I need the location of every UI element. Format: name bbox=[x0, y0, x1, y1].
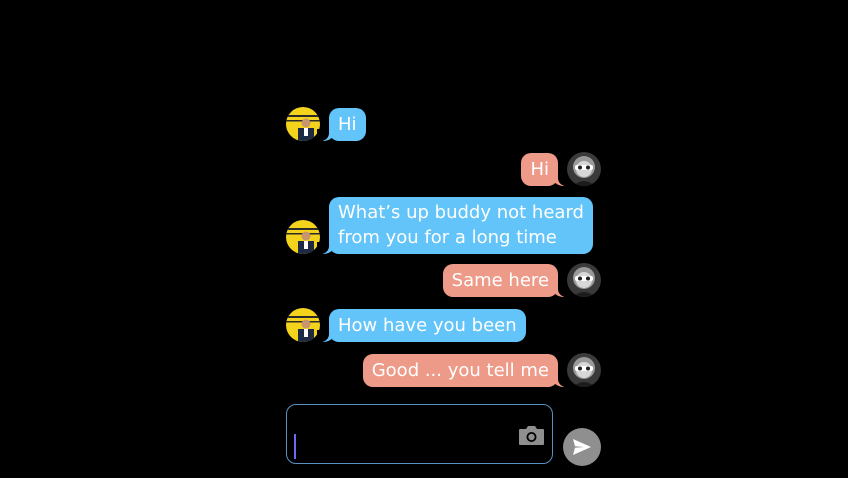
message-input[interactable] bbox=[295, 413, 509, 457]
friend-avatar[interactable] bbox=[286, 308, 320, 342]
friend-avatar[interactable] bbox=[286, 220, 320, 254]
message-composer bbox=[286, 404, 553, 464]
message-bubble-incoming: What’s up buddy not heard from you for a… bbox=[317, 197, 593, 254]
message-row-outgoing: Same here bbox=[442, 263, 601, 297]
message-row-incoming: What’s up buddy not heard from you for a… bbox=[286, 197, 593, 254]
message-text-line: from you for a long time bbox=[338, 227, 557, 248]
send-button[interactable] bbox=[563, 428, 601, 466]
message-text-line: What’s up buddy not heard bbox=[338, 202, 584, 223]
message-text: Same here bbox=[451, 270, 549, 291]
message-text: Hi bbox=[338, 114, 357, 135]
text-caret bbox=[294, 434, 296, 459]
message-text: How have you been bbox=[338, 315, 517, 336]
message-text: Hi bbox=[530, 159, 549, 180]
message-row-outgoing: Hi bbox=[521, 152, 601, 186]
message-row-outgoing: Good ... you tell me bbox=[362, 353, 601, 387]
message-bubble-incoming: How have you been bbox=[317, 309, 526, 342]
message-bubble-outgoing: Good ... you tell me bbox=[362, 354, 571, 387]
user-avatar[interactable] bbox=[567, 353, 601, 387]
friend-avatar[interactable] bbox=[286, 107, 320, 141]
message-row-incoming: Hi bbox=[286, 107, 366, 141]
send-icon bbox=[573, 439, 591, 455]
user-avatar[interactable] bbox=[567, 263, 601, 297]
message-row-incoming: How have you been bbox=[286, 308, 526, 342]
user-avatar[interactable] bbox=[567, 152, 601, 186]
message-bubble-outgoing: Same here bbox=[442, 264, 571, 297]
message-bubble-incoming: Hi bbox=[317, 108, 366, 141]
camera-icon[interactable] bbox=[518, 424, 545, 446]
message-text: Good ... you tell me bbox=[371, 360, 549, 381]
message-bubble-outgoing: Hi bbox=[521, 153, 570, 186]
